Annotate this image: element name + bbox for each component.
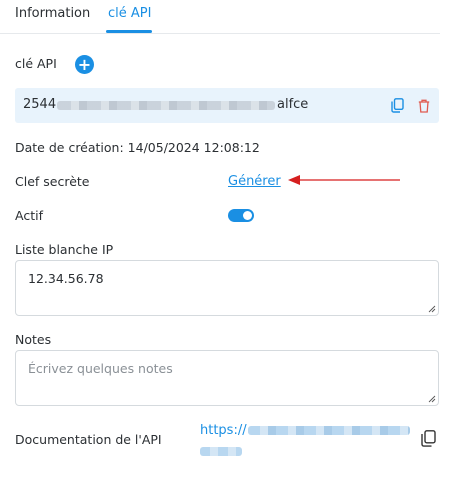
toggle-knob	[243, 211, 252, 220]
plus-icon: +	[77, 54, 92, 74]
copy-icon[interactable]	[421, 430, 436, 451]
annotation-arrow-icon	[288, 175, 400, 185]
active-label: Actif	[15, 208, 43, 223]
documentation-link[interactable]: https://	[200, 423, 247, 438]
generate-secret-link[interactable]: Générer	[228, 174, 281, 189]
api-key-suffix: alfce	[277, 97, 309, 112]
documentation-label: Documentation de l'API	[15, 432, 162, 447]
documentation-link-redacted-mask	[248, 426, 410, 435]
api-key-prefix: 2544	[23, 97, 57, 112]
documentation-link-redacted-mask-line2	[200, 447, 242, 456]
ip-whitelist-label: Liste blanche IP	[15, 242, 114, 257]
ip-whitelist-textarea[interactable]: 12.34.56.78	[15, 260, 439, 316]
creation-date: Date de création: 14/05/2024 12:08:12	[15, 140, 260, 155]
tab-api-key[interactable]: clé API	[108, 6, 151, 21]
resize-handle-icon[interactable]	[428, 395, 436, 403]
ip-whitelist-value: 12.34.56.78	[28, 271, 104, 286]
secret-key-label: Clef secrète	[15, 174, 90, 189]
notes-label: Notes	[15, 332, 52, 347]
api-key-section-label: clé API	[15, 56, 57, 71]
resize-handle-icon[interactable]	[428, 305, 436, 313]
copy-icon[interactable]	[391, 98, 404, 117]
tab-information[interactable]: Information	[15, 6, 90, 21]
api-key-field: 2544 alfce	[15, 88, 439, 123]
notes-placeholder: Écrivez quelques notes	[28, 361, 173, 376]
api-key-redacted-mask	[57, 101, 275, 110]
active-toggle[interactable]	[228, 209, 254, 222]
tab-bar: Information clé API	[0, 0, 440, 34]
trash-icon[interactable]	[418, 98, 430, 117]
active-tab-indicator	[106, 30, 152, 33]
notes-textarea[interactable]: Écrivez quelques notes	[15, 350, 439, 406]
add-api-key-button[interactable]: +	[75, 55, 94, 74]
